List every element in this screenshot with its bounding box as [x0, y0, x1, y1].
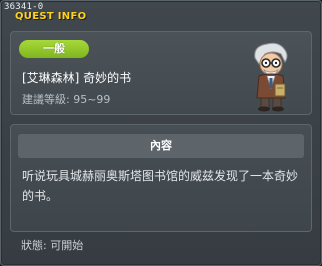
- quest-status: 狀態: 可開始: [21, 239, 84, 252]
- content-header: 內容: [18, 134, 304, 158]
- old-scholar-npc-icon: [254, 42, 288, 112]
- quest-name: [艾琳森林] 奇妙的书: [22, 71, 132, 85]
- quest-content-panel: 內容 听说玩具城赫丽奥斯塔图书馆的威兹发现了一本奇妙的书。: [10, 124, 312, 232]
- window-title: QUEST INFO: [15, 11, 87, 22]
- quest-category-badge: 一般: [19, 40, 89, 58]
- recommended-level: 建議等級: 95~99: [22, 93, 111, 106]
- quest-description: 听说玩具城赫丽奥斯塔图书馆的威兹发现了一本奇妙的书。: [22, 169, 299, 203]
- quest-summary-panel: 一般 [艾琳森林] 奇妙的书 建議等級: 95~99: [10, 31, 312, 115]
- quest-info-window: 36341-0 QUEST INFO 一般 [艾琳森林] 奇妙的书 建議等級: …: [0, 0, 322, 266]
